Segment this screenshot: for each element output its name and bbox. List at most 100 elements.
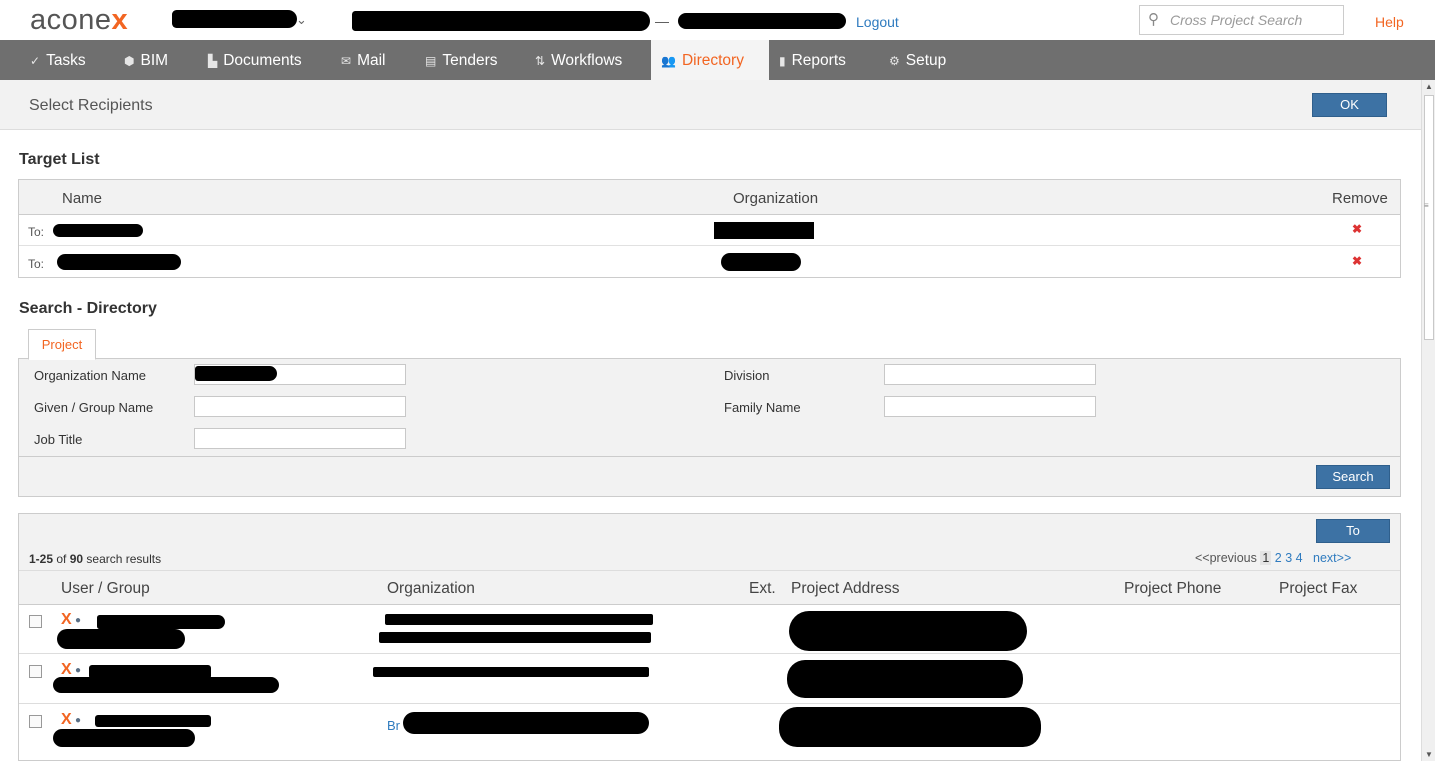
nav-reports[interactable]: ▮ Reports <box>779 40 846 80</box>
col-organization: Organization <box>733 190 819 207</box>
chevron-down-icon[interactable]: ⌄ <box>296 12 307 28</box>
col-project-fax: Project Fax <box>1279 580 1358 597</box>
export-x-icon[interactable]: X <box>61 711 72 729</box>
search-directory-title: Search - Directory <box>19 300 157 317</box>
nav-documents[interactable]: ▙ Documents <box>208 40 302 80</box>
result-count: 1-25 of 90 search results <box>29 552 162 566</box>
person-icon: ● <box>75 615 82 626</box>
row-checkbox[interactable] <box>29 665 42 678</box>
col-name: Name <box>62 190 103 207</box>
recipient-type: To: <box>28 225 45 239</box>
document-icon: ▙ <box>208 54 218 68</box>
scroll-thumb[interactable] <box>1424 95 1434 340</box>
remove-icon[interactable]: ✖ <box>1352 254 1362 268</box>
nav-bim[interactable]: ⬢ BIM <box>124 40 168 80</box>
nav-workflows[interactable]: ⇅ Workflows <box>535 40 622 80</box>
pager-page-current: 1 <box>1260 551 1272 565</box>
nav-tenders[interactable]: ▤ Tenders <box>425 40 498 80</box>
pager-previous: <<previous <box>1195 551 1257 565</box>
ok-button[interactable]: OK <box>1312 93 1387 117</box>
pager-page-2[interactable]: 2 <box>1275 551 1282 565</box>
tab-project[interactable]: Project <box>28 329 96 360</box>
workflow-icon: ⇅ <box>535 54 546 68</box>
pager-next[interactable]: next>> <box>1313 551 1351 565</box>
col-project-address: Project Address <box>791 580 900 597</box>
bar-chart-icon: ▮ <box>779 54 786 68</box>
division-label: Division <box>724 368 770 383</box>
tender-icon: ▤ <box>425 54 437 68</box>
pager-page-4[interactable]: 4 <box>1296 551 1303 565</box>
top-bar: aconex ⌄ — Logout ⚲ Help <box>0 0 1435 40</box>
search-button[interactable]: Search <box>1316 465 1390 489</box>
org-name-label: Organization Name <box>34 368 146 383</box>
target-row: To: ✖ <box>19 215 1400 246</box>
org-name-redacted <box>373 667 649 677</box>
org-link[interactable]: Br <box>387 718 400 733</box>
cube-icon: ⬢ <box>124 54 135 68</box>
pagination: <<previous 1 2 3 4 next>> <box>1195 551 1351 565</box>
col-user-group: User / Group <box>61 580 150 597</box>
row-checkbox[interactable] <box>29 615 42 628</box>
family-name-label: Family Name <box>724 400 801 415</box>
given-name-label: Given / Group Name <box>34 400 154 415</box>
user-name-redacted <box>97 615 225 629</box>
target-list-title: Target List <box>19 151 100 168</box>
nav-directory[interactable]: 👥 Directory <box>651 40 769 80</box>
recipient-name-redacted <box>57 254 181 270</box>
col-project-phone: Project Phone <box>1124 580 1222 597</box>
job-title-label: Job Title <box>34 432 83 447</box>
org-name-value-redacted <box>195 366 277 381</box>
target-list-header: Name Organization Remove <box>19 180 1400 215</box>
target-row: To: ✖ <box>19 247 1400 278</box>
user-name-redacted <box>678 13 846 29</box>
vertical-scrollbar[interactable]: ▲ ≡ ▼ <box>1421 80 1435 761</box>
search-icon: ⚲ <box>1148 11 1159 28</box>
user-name-redacted <box>95 715 211 727</box>
nav-tasks[interactable]: ✓ Tasks <box>30 40 86 80</box>
pager-page-3[interactable]: 3 <box>1285 551 1292 565</box>
results-toolbar: To 1-25 of 90 search results <<previous … <box>19 514 1400 570</box>
nav-mail[interactable]: ✉ Mail <box>341 40 385 80</box>
job-title-input[interactable] <box>194 428 406 449</box>
address-redacted <box>779 707 1041 747</box>
help-link[interactable]: Help <box>1375 14 1404 30</box>
page-title: Select Recipients <box>29 97 153 114</box>
page-header: Select Recipients OK <box>0 80 1421 130</box>
division-input[interactable] <box>884 364 1096 385</box>
logout-link[interactable]: Logout <box>856 14 899 30</box>
org-name-redacted <box>379 632 651 643</box>
target-list-table: Name Organization Remove To: ✖ To: ✖ <box>18 179 1401 278</box>
cross-project-search-input[interactable] <box>1170 10 1338 30</box>
search-form: Organization Name Given / Group Name Job… <box>18 358 1401 497</box>
person-icon: ● <box>75 665 82 676</box>
scroll-down-icon[interactable]: ▼ <box>1425 750 1433 759</box>
project-selector-redacted[interactable] <box>172 10 297 28</box>
aconex-logo[interactable]: aconex <box>30 4 128 37</box>
table-row: X ● <box>19 605 1400 654</box>
scroll-grip-icon: ≡ <box>1424 201 1429 210</box>
table-row: X ● Br <box>19 705 1400 754</box>
to-button[interactable]: To <box>1316 519 1390 543</box>
user-name-redacted <box>53 729 195 747</box>
remove-icon[interactable]: ✖ <box>1352 222 1362 236</box>
main-nav: ✓ Tasks ⬢ BIM ▙ Documents ✉ Mail ▤ Tenders ⇅ W… <box>0 40 1435 80</box>
check-icon: ✓ <box>30 54 41 68</box>
user-name-redacted <box>57 629 185 649</box>
address-redacted <box>789 611 1027 651</box>
scroll-up-icon[interactable]: ▲ <box>1425 82 1433 91</box>
export-x-icon[interactable]: X <box>61 611 72 629</box>
recipient-name-redacted <box>53 224 143 237</box>
recipient-org-redacted <box>714 222 814 239</box>
results-panel: To 1-25 of 90 search results <<previous … <box>18 513 1401 761</box>
cross-project-search[interactable]: ⚲ <box>1139 5 1344 35</box>
header-separator: — <box>655 13 669 29</box>
given-name-input[interactable] <box>194 396 406 417</box>
col-ext: Ext. <box>749 580 776 597</box>
col-org: Organization <box>387 580 475 597</box>
user-name-redacted <box>53 677 279 693</box>
row-checkbox[interactable] <box>29 715 42 728</box>
recipient-org-redacted <box>721 253 801 271</box>
person-icon: ● <box>75 715 82 726</box>
family-name-input[interactable] <box>884 396 1096 417</box>
nav-setup[interactable]: ⚙ Setup <box>889 40 946 80</box>
